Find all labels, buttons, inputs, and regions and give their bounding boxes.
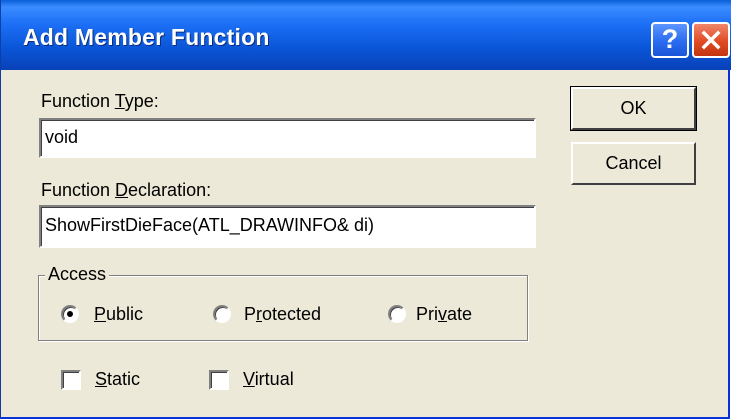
title-bar[interactable]: Add Member Function ? — [1, 0, 731, 70]
protected-radio-label: Protected — [244, 304, 322, 324]
function-type-input[interactable]: void — [39, 118, 536, 158]
close-button[interactable] — [692, 22, 730, 58]
static-checkbox[interactable] — [61, 370, 81, 390]
public-radio-label: Public — [94, 304, 144, 324]
function-declaration-label: Function Declaration: — [41, 180, 212, 200]
close-icon — [701, 30, 721, 50]
protected-radio-circle[interactable] — [213, 305, 231, 323]
help-button[interactable]: ? — [651, 22, 689, 58]
radio-selected-dot — [67, 311, 73, 317]
public-radio-circle[interactable] — [61, 305, 79, 323]
function-declaration-input[interactable]: ShowFirstDieFace(ATL_DRAWINFO& di) — [39, 205, 536, 248]
add-member-function-dialog: Add Member Function ? Function Type: voi… — [0, 0, 731, 419]
dialog-title: Add Member Function — [23, 24, 270, 50]
cancel-button[interactable]: Cancel — [571, 142, 696, 185]
virtual-checkbox[interactable] — [209, 370, 229, 390]
function-type-label: Function Type: — [41, 91, 159, 111]
ok-button[interactable]: OK — [570, 86, 697, 131]
access-legend: Access — [45, 264, 110, 285]
private-radio-circle[interactable] — [388, 305, 406, 323]
static-checkbox-label: Static — [95, 369, 141, 389]
virtual-checkbox-label: Virtual — [243, 369, 294, 389]
private-radio-label: Private — [416, 304, 473, 324]
help-icon: ? — [661, 24, 679, 54]
